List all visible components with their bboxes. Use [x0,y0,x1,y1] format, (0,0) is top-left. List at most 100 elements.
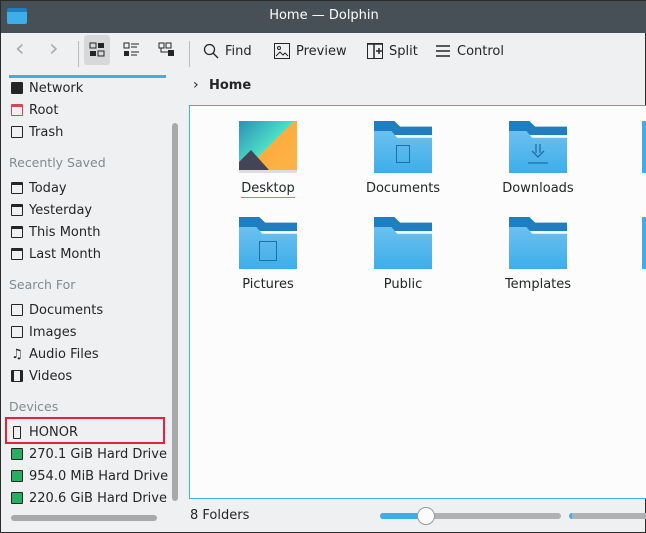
control-label: Control [457,43,504,59]
calendar-icon [11,204,23,216]
forward-icon: › [49,34,59,62]
sidebar-item-audio[interactable]: ♫ Audio Files [11,344,99,364]
sidebar-item-root[interactable]: Root [11,100,58,120]
calendar-icon [11,226,23,238]
sidebar-item-drive-1[interactable]: 270.1 GiB Hard Drive [11,444,167,464]
sidebar-item-trash[interactable]: Trash [11,122,63,142]
label: Trash [29,124,64,140]
file-name: Public [383,277,423,292]
label: Last Month [29,246,101,262]
compact-list-icon [123,42,139,56]
sidebar-item-images[interactable]: Images [11,322,77,342]
split-button[interactable]: Split [367,37,418,65]
label: Root [29,102,59,118]
hard-drive-icon [11,448,23,460]
music-note-icon: ♫ [11,346,23,362]
tree-icon [158,42,174,56]
search-icon [203,43,219,59]
split-icon [367,43,383,59]
folder-icon [509,217,567,269]
back-button[interactable]: ‹ [15,34,25,62]
back-icon: ‹ [15,34,25,62]
forward-button[interactable]: › [49,34,59,62]
sidebar-item-documents[interactable]: Documents [11,300,103,320]
zoom-slider-handle[interactable] [417,507,436,525]
document-icon [11,304,23,316]
hard-drive-icon [11,492,23,504]
calendar-icon [11,248,23,260]
label: Yesterday [29,202,93,218]
trash-icon [11,126,23,138]
details-view-button[interactable] [154,35,180,65]
sidebar-item-network[interactable]: Network [11,78,83,98]
status-text: 8 Folders [190,508,250,523]
sidebar-item-last-month[interactable]: Last Month [11,244,101,264]
file-name: Pictures [242,277,294,292]
file-item-documents[interactable]: Documents [343,121,463,196]
image-icon [11,326,23,338]
split-label: Split [389,43,418,59]
sidebar-item-videos[interactable]: Videos [11,366,72,386]
separator [78,41,79,67]
compact-view-button[interactable] [119,35,145,65]
sidebar-horizontal-scrollbar[interactable] [11,515,157,521]
label: Videos [29,368,73,384]
label: Audio Files [29,346,99,362]
file-name: Downloads [502,181,574,196]
control-button[interactable]: Control [435,37,504,65]
breadcrumb-home[interactable]: Home [209,78,251,93]
label: 220.6 GiB Hard Drive [29,490,167,506]
file-name: Desktop [241,181,295,198]
label: HONOR [29,424,78,440]
section-header-devices: Devices [9,399,59,414]
file-item-public[interactable]: Public [343,217,463,292]
sidebar-item-today[interactable]: Today [11,178,67,198]
breadcrumb-chevron-icon: › [193,77,199,93]
zoom-slider[interactable] [380,507,561,525]
folder-partial-icon [642,121,646,173]
label: Network [29,80,84,96]
label: This Month [29,224,101,240]
preview-button[interactable]: Preview [274,37,347,65]
file-name: Templates [504,277,572,292]
folder-documents-icon [374,121,432,173]
icons-view-button[interactable] [84,35,110,65]
label: Documents [29,302,104,318]
folder-pictures-icon [239,217,297,269]
hard-drive-icon [11,470,23,482]
sidebar-item-this-month[interactable]: This Month [11,222,100,242]
separator [189,41,190,67]
folder-partial-icon [642,217,646,269]
file-item-templates[interactable]: Templates [478,217,598,292]
calendar-icon [11,182,23,194]
folder-download-icon [509,121,567,173]
sidebar-item-yesterday[interactable]: Yesterday [11,200,92,220]
window-title: Home — Dolphin [269,8,379,23]
preview-label: Preview [296,43,347,59]
space-info-bar [569,513,646,519]
find-label: Find [225,43,252,59]
file-item-desktop[interactable]: Desktop [208,121,328,198]
file-item-pictures[interactable]: Pictures [208,217,328,292]
label: Today [29,180,67,196]
section-header-recent: Recently Saved [9,155,106,170]
sidebar-item-drive-2[interactable]: 954.0 MiB Hard Drive [11,466,168,486]
hamburger-menu-icon [436,45,450,57]
title-bar: Home — Dolphin [1,1,646,33]
sidebar-item-drive-3[interactable]: 220.6 GiB Hard Drive [11,488,167,508]
sidebar-item-honor[interactable]: HONOR [11,422,78,442]
file-item-downloads[interactable]: Downloads [478,121,598,196]
section-header-search: Search For [9,277,76,292]
network-icon [11,82,23,94]
film-icon [11,370,23,382]
sidebar-vertical-scrollbar[interactable] [172,123,178,501]
label: 270.1 GiB Hard Drive [29,446,167,462]
root-folder-icon [11,104,23,116]
file-view[interactable]: Desktop Documents Downloads Pictures Pub… [189,105,646,499]
image-icon [274,43,290,59]
label: 954.0 MiB Hard Drive [29,468,169,484]
grid-icon [89,42,105,57]
find-button[interactable]: Find [203,37,252,65]
label: Images [29,324,77,340]
file-name: Documents [365,181,441,196]
